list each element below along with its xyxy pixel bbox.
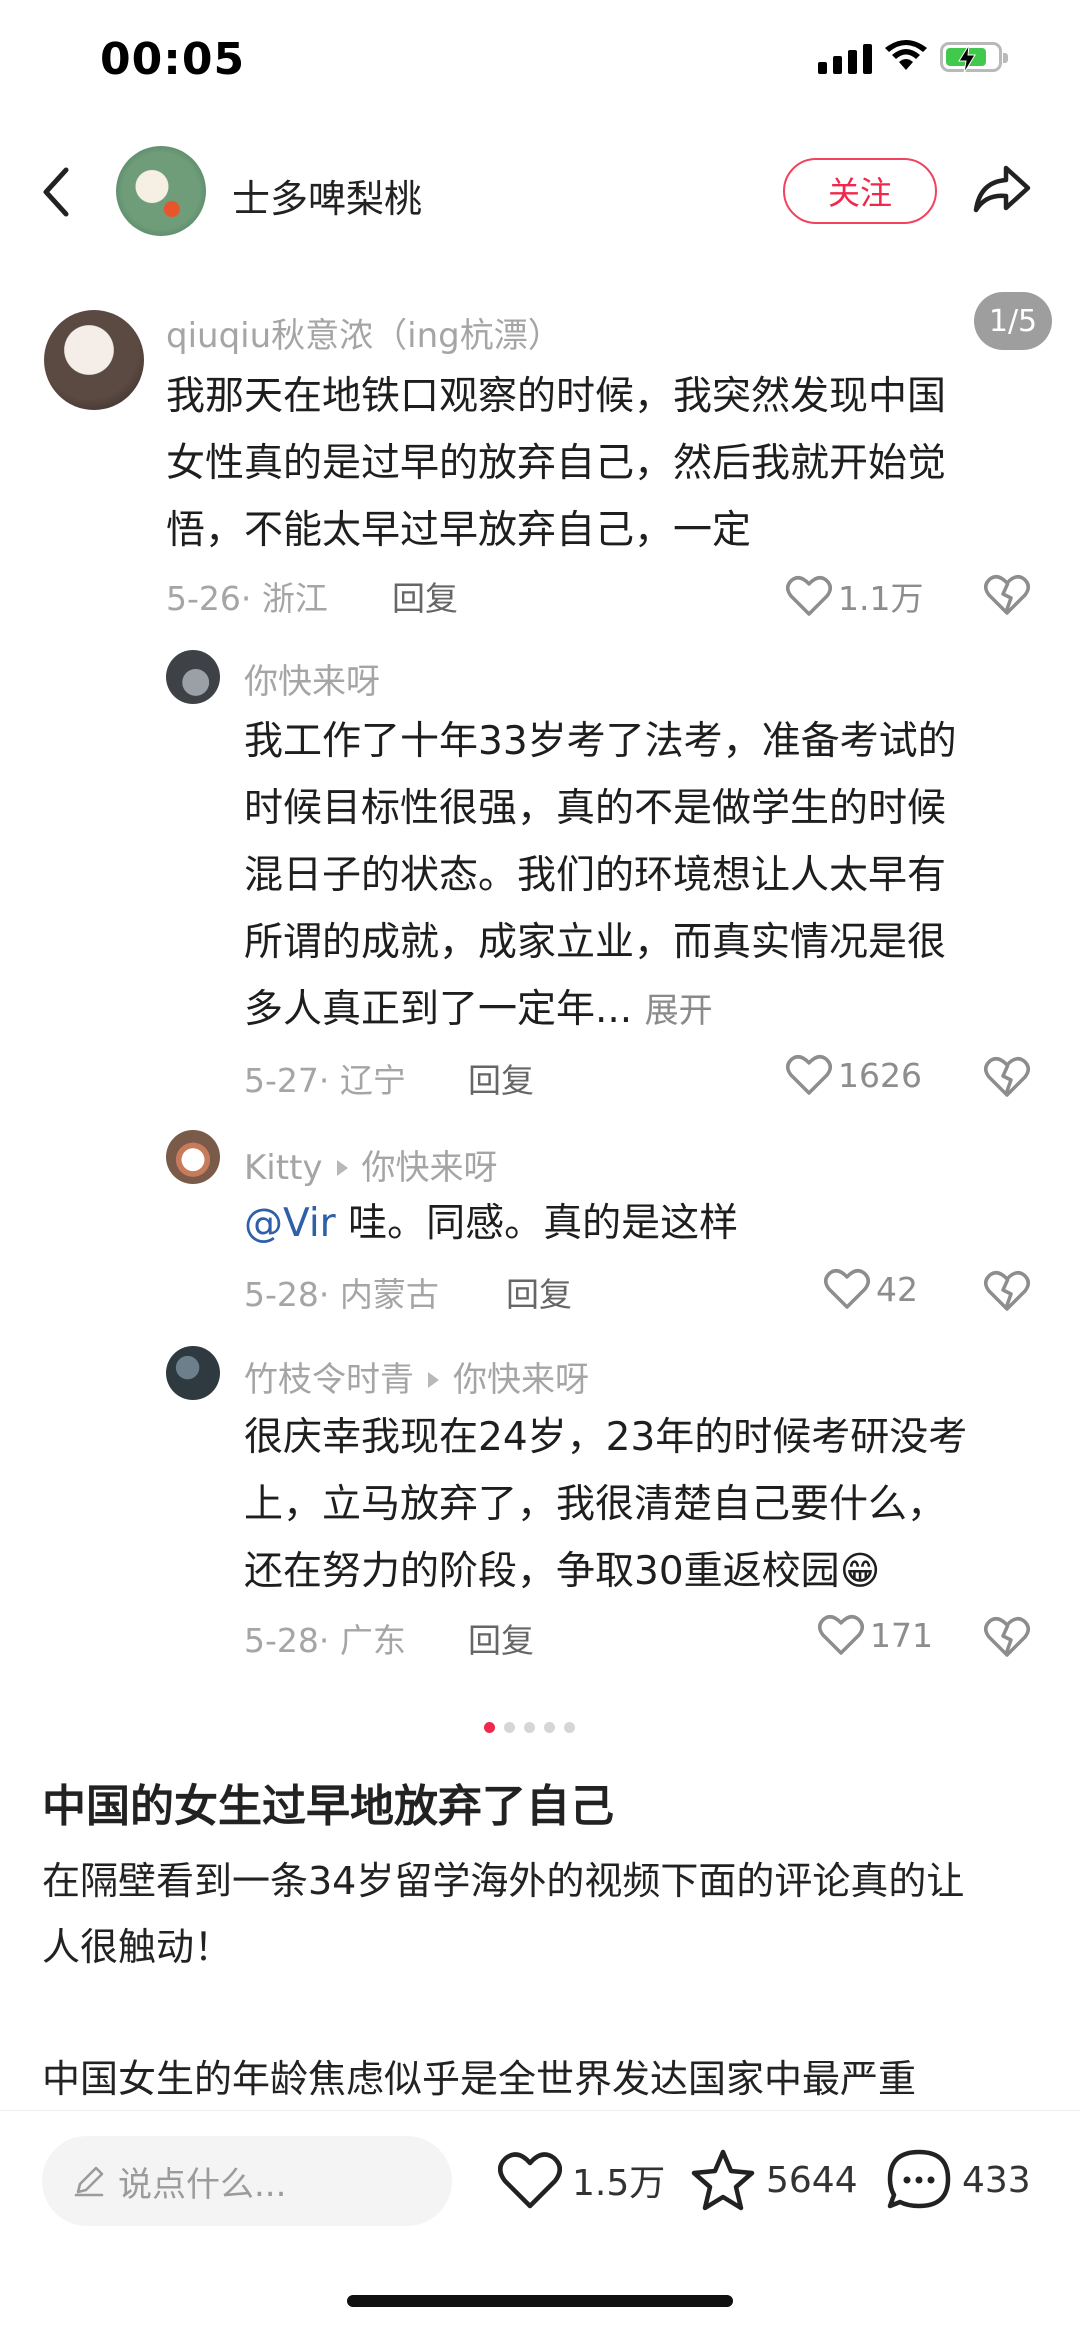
heart-icon	[498, 2152, 562, 2209]
battery-icon	[940, 42, 1008, 74]
heart-icon	[786, 576, 832, 616]
like-count: 1.1万	[838, 579, 924, 618]
page-dot	[564, 1722, 575, 1733]
author-name[interactable]: 士多啤梨桃	[232, 168, 422, 223]
comment-date-location: 5-28· 内蒙古	[244, 1275, 439, 1314]
comment-text[interactable]: 很庆幸我现在24岁，23年的时候考研没考 上，立马放弃了，我很清楚自己要什么， …	[244, 1404, 1044, 1605]
comment-input-placeholder: 说点什么...	[118, 2164, 287, 2205]
dislike-icon[interactable]	[984, 1270, 1030, 1316]
collect-count: 5644	[766, 2159, 858, 2201]
star-icon	[691, 2149, 755, 2211]
reply-to-name[interactable]: 你快来呀	[362, 1148, 498, 1188]
like-count: 171	[870, 1615, 933, 1655]
heart-icon	[786, 1055, 832, 1095]
comment-line: 我那天在地铁口观察的时候，我突然发现中国	[166, 374, 947, 419]
post-like-button[interactable]: 1.5万	[498, 2150, 665, 2210]
follow-button[interactable]: 关注	[783, 158, 937, 224]
comments-count: 433	[962, 2159, 1031, 2201]
comment-line: 女性真的是过早的放弃自己，然后我就开始觉	[166, 441, 947, 486]
commenter-name-text: Kitty	[244, 1148, 323, 1188]
commenter-name-text: 竹枝令时青	[244, 1360, 414, 1400]
back-icon[interactable]	[40, 166, 72, 222]
wifi-icon	[884, 40, 928, 76]
commenter-avatar[interactable]	[166, 1346, 220, 1400]
post-body: 在隔壁看到一条34岁留学海外的视频下面的评论真的让 人很触动！ 中国女生的年龄焦…	[42, 1848, 1042, 2112]
dislike-icon[interactable]	[984, 1056, 1030, 1102]
comment-line: 上，立马放弃了，我很清楚自己要什么，	[244, 1482, 947, 1527]
commenter-name[interactable]: Kitty 你快来呀	[244, 1140, 498, 1189]
like-button[interactable]: 1.1万	[786, 572, 923, 620]
dislike-icon[interactable]	[984, 1616, 1030, 1662]
comment-line: 所谓的成就，成家立业，而真实情况是很	[244, 920, 947, 965]
reply-arrow-icon	[336, 1159, 348, 1176]
heart-icon	[824, 1269, 870, 1309]
comments-button[interactable]: 433	[886, 2148, 1031, 2212]
comment-line-text: 多人真正到了一定年...	[244, 987, 633, 1032]
comment-line: 悟，不能太早过早放弃自己，一定	[166, 508, 752, 553]
comment-line: 很庆幸我现在24岁，23年的时候考研没考	[244, 1415, 968, 1460]
image-counter: 1/5	[974, 292, 1052, 350]
reply-button[interactable]: 回复	[392, 572, 458, 620]
pencil-icon	[74, 2166, 104, 2197]
comment-line-text: 哇。同感。真的是这样	[335, 1201, 739, 1246]
page-dot	[544, 1722, 555, 1733]
share-icon[interactable]	[972, 164, 1032, 220]
like-button[interactable]: 1626	[786, 1054, 922, 1096]
like-button[interactable]: 171	[818, 1614, 933, 1656]
like-count: 42	[876, 1269, 918, 1309]
heart-icon	[818, 1615, 864, 1655]
comment-line: 混日子的状态。我们的环境想让人太早有	[244, 853, 947, 898]
page-dot	[524, 1722, 535, 1733]
commenter-avatar[interactable]	[44, 310, 144, 410]
comment-date-location: 5-27· 辽宁	[244, 1061, 406, 1100]
post-line: 人很触动！	[42, 1925, 233, 1969]
reply-arrow-icon	[428, 1371, 439, 1388]
comment-line: 时候目标性很强，真的不是做学生的时候	[244, 786, 947, 831]
status-time: 00:05	[100, 34, 246, 85]
like-button[interactable]: 42	[824, 1268, 918, 1310]
collect-button[interactable]: 5644	[690, 2148, 858, 2212]
home-indicator[interactable]	[347, 2295, 733, 2307]
comment-text[interactable]: 我工作了十年33岁考了法考，准备考试的 时候目标性很强，真的不是做学生的时候 混…	[244, 708, 1044, 1045]
dislike-icon[interactable]	[984, 574, 1030, 620]
comment-date-location: 5-26· 浙江	[166, 579, 328, 618]
comment-line: 多人真正到了一定年... 展开	[244, 976, 1044, 1045]
reply-button[interactable]: 回复	[468, 1614, 534, 1662]
like-count: 1626	[838, 1055, 922, 1095]
reply-button[interactable]: 回复	[468, 1054, 534, 1102]
image-pagination-dots	[484, 1722, 575, 1733]
comment-line: 还在努力的阶段，争取30重返校园😁	[244, 1549, 881, 1594]
commenter-avatar[interactable]	[166, 1130, 220, 1184]
page-dot-active	[484, 1722, 495, 1733]
post-line-empty	[42, 1980, 1042, 2046]
reply-button[interactable]: 回复	[506, 1268, 572, 1316]
commenter-name[interactable]: 你快来呀	[244, 654, 380, 703]
commenter-avatar[interactable]	[166, 650, 220, 704]
comment-line: 我工作了十年33岁考了法考，准备考试的	[244, 719, 957, 764]
comment-text[interactable]: 我那天在地铁口观察的时候，我突然发现中国 女性真的是过早的放弃自己，然后我就开始…	[166, 363, 1046, 564]
mention-link[interactable]: @Vir	[244, 1201, 336, 1246]
comment-icon	[887, 2149, 951, 2209]
comment-date-location: 5-28· 广东	[244, 1621, 406, 1660]
signal-icon	[818, 44, 872, 74]
commenter-name[interactable]: qiuqiu秋意浓（ing杭漂）	[166, 308, 562, 357]
reply-to-name[interactable]: 你快来呀	[453, 1360, 589, 1400]
page-dot	[504, 1722, 515, 1733]
author-avatar[interactable]	[116, 146, 206, 236]
commenter-name[interactable]: 竹枝令时青 你快来呀	[244, 1352, 589, 1401]
post-line: 在隔壁看到一条34岁留学海外的视频下面的评论真的让	[42, 1859, 965, 1903]
post-like-count: 1.5万	[572, 2163, 666, 2204]
post-title: 中国的女生过早地放弃了自己	[42, 1781, 614, 1832]
comment-text[interactable]: @Vir 哇。同感。真的是这样	[244, 1190, 1044, 1257]
comment-input[interactable]: 说点什么...	[42, 2136, 452, 2226]
expand-button[interactable]: 展开	[645, 991, 713, 1031]
post-line: 中国女生的年龄焦虑似乎是全世界发达国家中最严重	[42, 2057, 917, 2101]
